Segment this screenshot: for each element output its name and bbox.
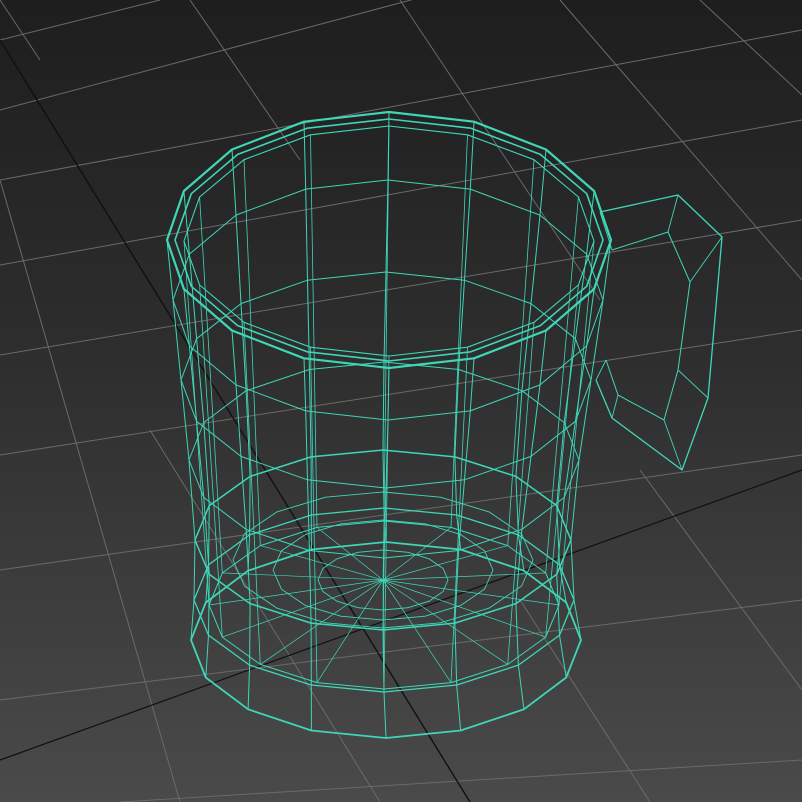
grid-line-b-1 [189, 0, 301, 161]
mug-edge-2 [515, 330, 547, 710]
grid-line-b-5 [0, 179, 181, 802]
grid-line-a-6 [0, 454, 802, 571]
mug-handle-link-2 [689, 236, 723, 283]
mug-floor-spoke-6 [260, 579, 384, 665]
grid-line-a-1 [0, 0, 413, 111]
3d-viewport[interactable] [0, 0, 802, 802]
mug-floor-spoke-9 [222, 572, 384, 581]
grid-line-b-8 [639, 469, 802, 691]
mug-edge-1 [556, 288, 595, 678]
mug-floor-spoke-10 [260, 545, 384, 581]
mug-floor-spoke-3 [382, 579, 452, 683]
grid-line-b-7 [519, 599, 651, 802]
mug-floor-spoke-5 [316, 579, 384, 683]
mug-edge-8 [166, 239, 196, 641]
mug-inner-edge-14 [507, 159, 535, 546]
mug-edge-10 [231, 149, 251, 571]
grid-line-a-5 [0, 329, 802, 456]
mug-handle-link-4 [663, 419, 683, 471]
mug-floor-spoke-7 [222, 579, 384, 638]
mug-handle-inner [605, 231, 691, 421]
grid-line-a-0 [0, 0, 161, 41]
grid-line-a-8 [119, 759, 802, 802]
mug-edge-7 [183, 288, 210, 678]
mug-inner-edge-7 [199, 284, 223, 638]
mug-handle-link-6 [595, 359, 607, 381]
grid-line-b-4 [699, 0, 802, 96]
grid-line-a-4 [0, 219, 802, 356]
grid-line-b-3 [559, 0, 802, 281]
grid-line-b-6 [149, 429, 381, 802]
mug-floor-spoke-1 [382, 579, 546, 638]
grid-line-b-2 [399, 0, 601, 301]
mug-handle-link-3 [677, 369, 709, 399]
viewport-canvas[interactable] [0, 0, 802, 802]
mug-floor-spoke-13 [382, 527, 452, 581]
grid-line-a-2 [0, 29, 802, 181]
mug-floor-spoke-11 [316, 527, 384, 581]
mug-handle-link-5 [611, 394, 619, 419]
mug-ring-2 [183, 125, 595, 357]
mug-floor-spoke-2 [382, 579, 508, 665]
mug-handle-link-1 [667, 194, 679, 233]
grid-line-a-3 [0, 119, 802, 266]
mug-floor-spoke-15 [382, 572, 546, 581]
